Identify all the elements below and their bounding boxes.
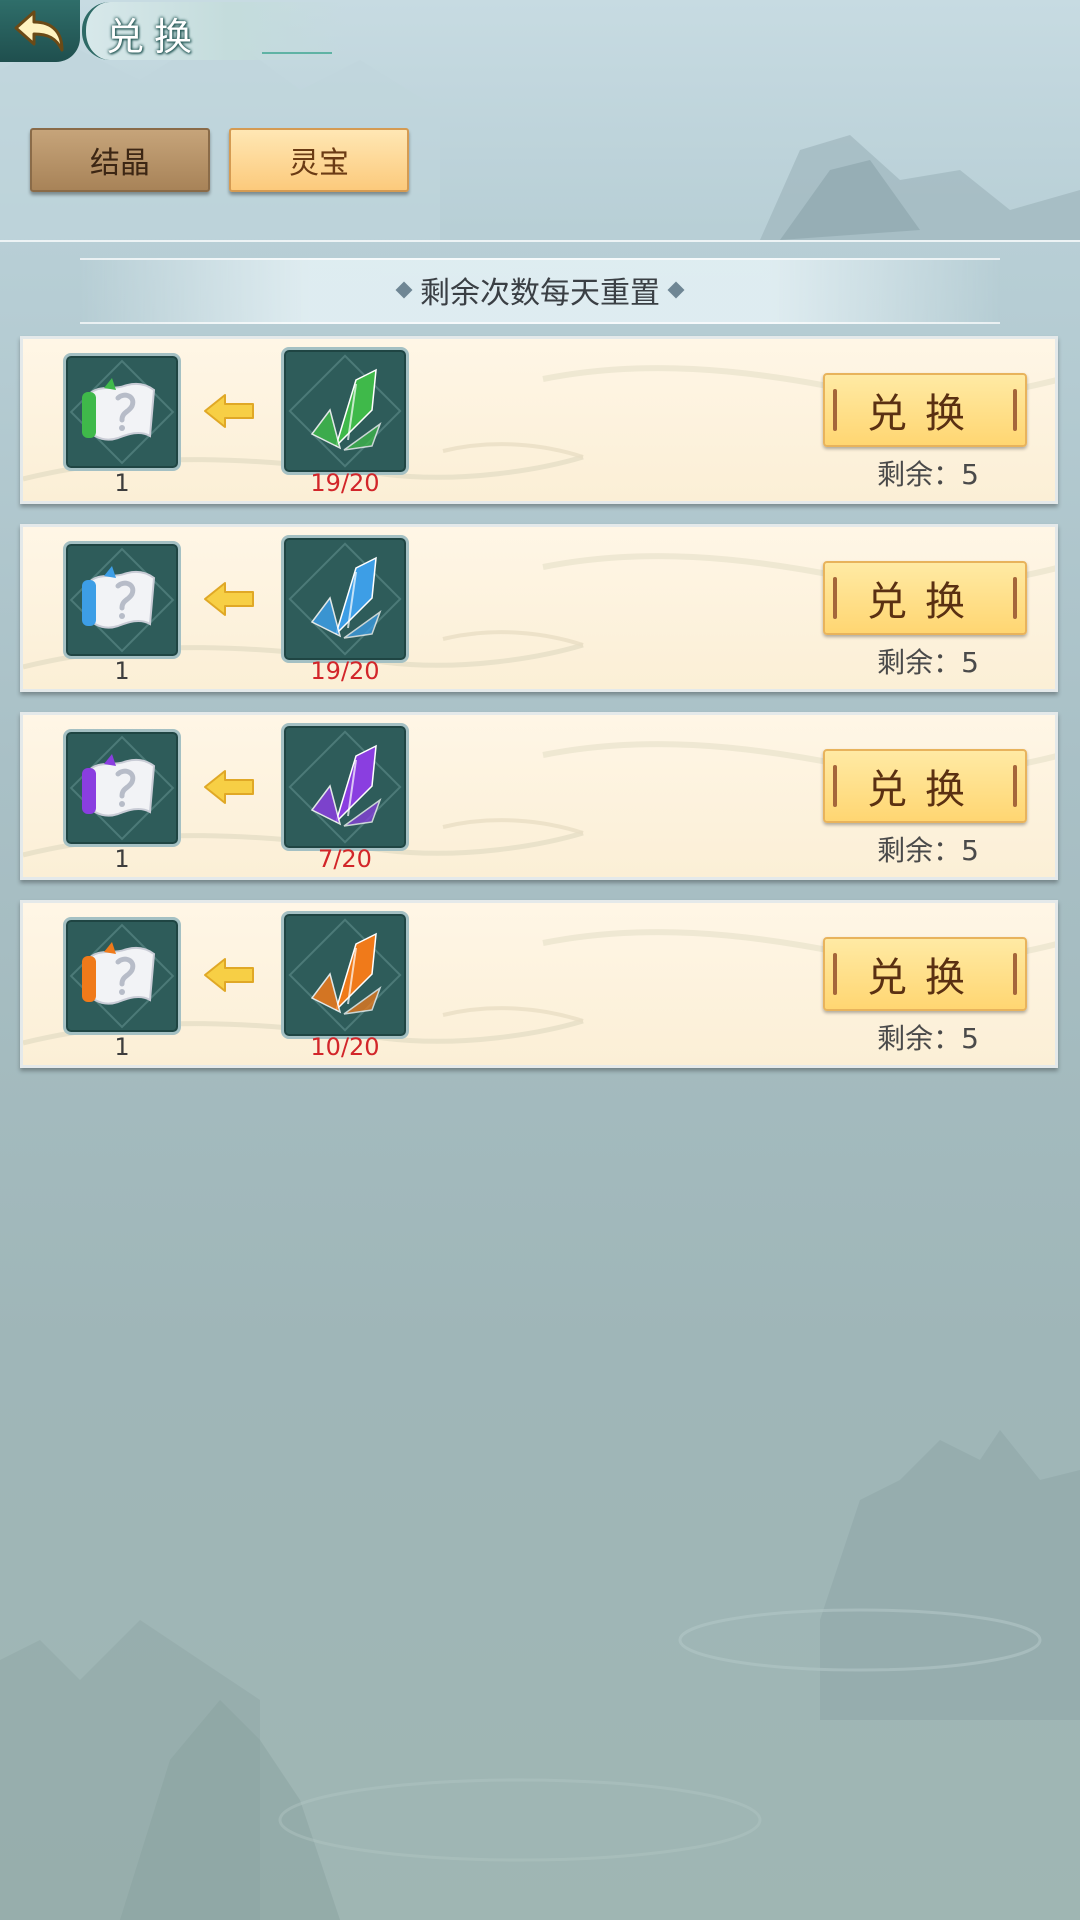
arrow-left-icon (204, 958, 254, 992)
remaining-count: 剩余：5 (877, 646, 979, 679)
green-crystal-icon (288, 354, 402, 468)
remaining-count: 剩余：5 (877, 834, 979, 867)
exchange-row-1: 1 19/20 兑换 剩余：5 (20, 336, 1058, 504)
exchange-button-label: 兑换 (867, 391, 983, 437)
arrow-left-icon (204, 394, 254, 428)
reward-item-slot[interactable] (63, 917, 181, 1035)
notice: 剩余次数每天重置 (0, 266, 1080, 314)
purple-scroll-icon (69, 735, 175, 841)
title-decoration (262, 52, 332, 54)
exchange-row-2: 1 19/20 兑换 剩余：5 (20, 524, 1058, 692)
orange-crystal-icon (288, 918, 402, 1032)
divider (0, 240, 1080, 242)
arrow-left-icon (204, 582, 254, 616)
blue-crystal-icon (288, 542, 402, 656)
reward-quantity: 1 (114, 1033, 130, 1061)
back-arrow-icon (14, 10, 64, 52)
exchange-button-label: 兑换 (867, 955, 983, 1001)
reward-quantity: 1 (114, 657, 130, 685)
reward-item-slot[interactable] (63, 541, 181, 659)
top-bar: 兑换 (0, 0, 1080, 70)
tab-treasure[interactable]: 灵宝 (229, 128, 409, 192)
notice-text: 剩余次数每天重置 (420, 276, 660, 311)
reward-quantity: 1 (114, 469, 130, 497)
exchange-row-3: 1 7/20 兑换 剩余：5 (20, 712, 1058, 880)
tab-crystal[interactable]: 结晶 (30, 128, 210, 192)
cost-item-slot[interactable] (281, 911, 409, 1039)
exchange-button-label: 兑换 (867, 579, 983, 625)
cost-quantity: 7/20 (318, 845, 372, 873)
cost-item-slot[interactable] (281, 535, 409, 663)
orange-scroll-icon (69, 923, 175, 1029)
cost-quantity: 19/20 (310, 657, 380, 685)
exchange-button-label: 兑换 (867, 767, 983, 813)
tab-treasure-label: 灵宝 (289, 146, 349, 181)
exchange-button[interactable]: 兑换 (823, 561, 1027, 635)
diamond-icon (395, 281, 413, 299)
exchange-row-4: 1 10/20 兑换 剩余：5 (20, 900, 1058, 1068)
cost-quantity: 10/20 (310, 1033, 380, 1061)
arrow-left-icon (204, 770, 254, 804)
reward-item-slot[interactable] (63, 729, 181, 847)
exchange-button[interactable]: 兑换 (823, 937, 1027, 1011)
cost-item-slot[interactable] (281, 723, 409, 851)
remaining-count: 剩余：5 (877, 1022, 979, 1055)
cost-quantity: 19/20 (310, 469, 380, 497)
tab-crystal-label: 结晶 (90, 146, 150, 181)
exchange-button[interactable]: 兑换 (823, 749, 1027, 823)
reward-quantity: 1 (114, 845, 130, 873)
cost-item-slot[interactable] (281, 347, 409, 475)
exchange-button[interactable]: 兑换 (823, 373, 1027, 447)
reward-item-slot[interactable] (63, 353, 181, 471)
green-scroll-icon (69, 359, 175, 465)
diamond-icon (667, 281, 685, 299)
blue-scroll-icon (69, 547, 175, 653)
back-button[interactable] (0, 0, 80, 62)
purple-crystal-icon (288, 730, 402, 844)
page-title: 兑换 (106, 15, 203, 59)
remaining-count: 剩余：5 (877, 458, 979, 491)
